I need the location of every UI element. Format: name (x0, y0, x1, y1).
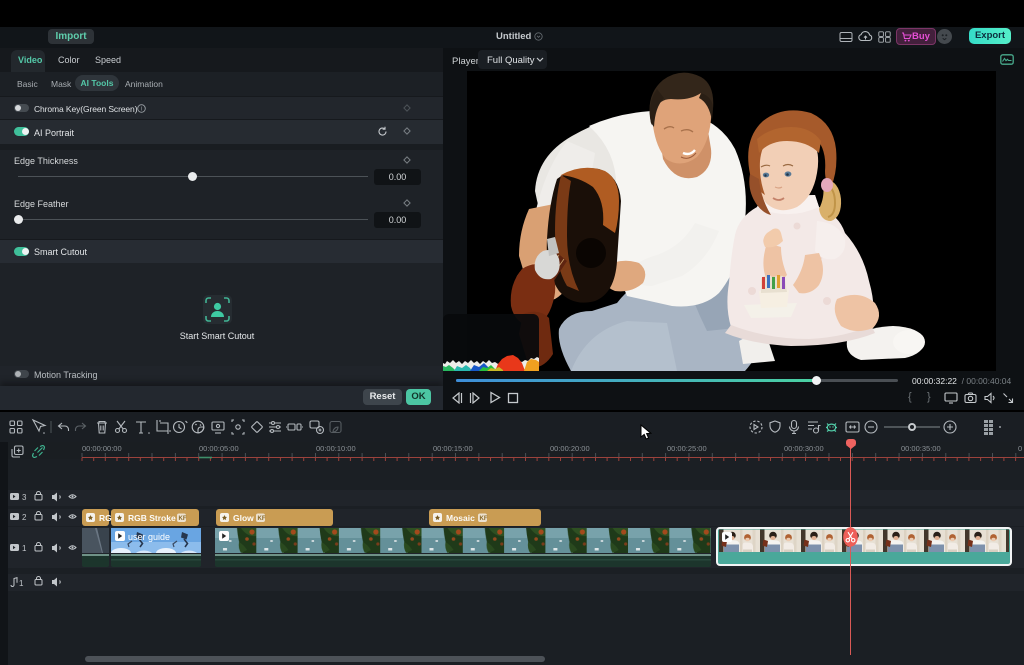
svg-text:i: i (141, 107, 142, 113)
svg-text:RGB Stroke: RGB Stroke (128, 513, 176, 523)
svg-text:RG: RG (99, 513, 112, 523)
svg-text:Mosaic: Mosaic (446, 513, 475, 523)
svg-text:KF: KF (480, 516, 488, 522)
svg-text:KF: KF (179, 516, 187, 522)
svg-text:00:00:05:00: 00:00:05:00 (199, 444, 239, 453)
svg-text:00:00:10:00: 00:00:10:00 (316, 444, 356, 453)
svg-text:00:00:20:00: 00:00:20:00 (550, 444, 590, 453)
svg-text:KF: KF (258, 516, 266, 522)
svg-text:user guide: user guide (128, 532, 170, 542)
svg-text:00:00:30:00: 00:00:30:00 (784, 444, 824, 453)
svg-text:00:00:35:00: 00:00:35:00 (901, 444, 941, 453)
svg-text:00:00:15:00: 00:00:15:00 (433, 444, 473, 453)
svg-text:00:00:25:00: 00:00:25:00 (667, 444, 707, 453)
svg-text:0: 0 (1018, 444, 1022, 453)
svg-text:Glow: Glow (233, 513, 254, 523)
svg-text:00:00:00:00: 00:00:00:00 (82, 444, 122, 453)
